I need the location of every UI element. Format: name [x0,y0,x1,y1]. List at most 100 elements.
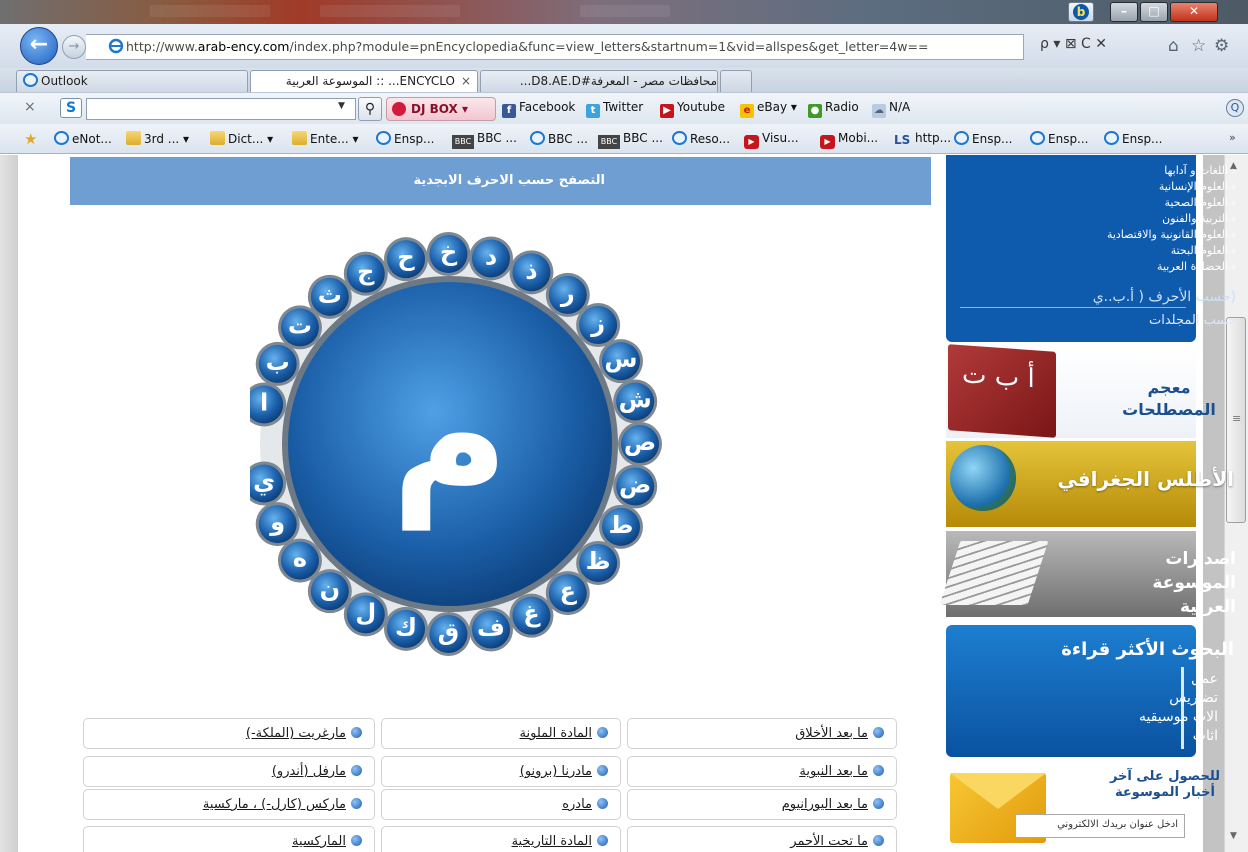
chevron-down-icon[interactable]: ▼ [338,101,345,111]
sidebar-item-humanities[interactable]: ‹ العلوم الإنسانية [1159,180,1236,193]
article-link[interactable]: ما بعد النبوية [627,756,897,787]
search-icon[interactable]: ⚲ [358,97,382,121]
bing-icon[interactable]: b [1068,2,1094,22]
article-link[interactable]: المادة الملونة [381,718,621,749]
youtube-icon: ▶ [660,104,674,118]
toolbar-options-icon[interactable]: Q [1226,99,1244,117]
article-link[interactable]: ما بعد اليورانيوم [627,789,897,820]
radio-link[interactable]: ● Radio [808,100,859,118]
url-text[interactable]: http://www.arab-ency.com/index.php?modul… [126,39,928,54]
address-bar-tools[interactable]: ρ ▾ ⊠ C ✕ [1040,36,1107,52]
gear-icon[interactable]: ⚙ [1214,36,1229,56]
youtube-link[interactable]: ▶ Youtube [660,100,725,118]
letter-button[interactable]: ج [343,251,388,296]
back-button[interactable]: ← [20,27,58,65]
letter-button[interactable]: ف [468,607,513,652]
home-icon[interactable]: ⌂ [1168,36,1179,56]
article-link[interactable]: مادرنا (برونو) [381,756,621,787]
bbc-icon: BBC [598,135,620,149]
letter-button[interactable]: ز [576,303,621,348]
fav-ente-folder[interactable]: Ente... ▾ [292,131,359,146]
favorites-star-add[interactable]: ★ [24,131,45,147]
fav-ensp-2[interactable]: Ensp... [954,131,1013,146]
fav-bbc-3[interactable]: BBC BBC ... [598,131,663,149]
new-tab-button[interactable] [720,70,752,92]
tab-outlook[interactable]: Outlook [16,70,248,92]
article-link[interactable]: مارفل (أندرو) [83,756,375,787]
facebook-link[interactable]: f Facebook [502,100,575,118]
fav-ensp-4[interactable]: Ensp... [1104,131,1163,146]
fav-ensp-1[interactable]: Ensp... [376,131,435,146]
letter-button[interactable]: ض [613,464,658,509]
fav-ensp-3[interactable]: Ensp... [1030,131,1089,146]
fav-bbc-1[interactable]: BBC BBC ... [452,131,517,149]
letter-button[interactable]: ك [384,606,429,651]
letter-button[interactable]: ه [277,538,322,583]
sidebar-item-languages[interactable]: ‹ اللغات و آدابها [1164,164,1236,177]
article-link-label: ماركس (كارل-) ، ماركسية [202,797,346,812]
letter-button[interactable]: و [255,502,300,547]
fav-3rd-folder[interactable]: 3rd ... ▾ [126,131,189,146]
favorites-star-icon[interactable]: ☆ [1191,36,1206,56]
article-link-label: مادره [562,797,592,812]
fav-reso[interactable]: Reso... [672,131,730,146]
sidebar-item-by-volumes[interactable]: حسب المجلدات [1149,313,1236,328]
toolbar-close-button[interactable]: × [24,99,36,115]
letter-button[interactable]: س [598,339,643,384]
sidebar-item-pure-sciences[interactable]: ‹ العلوم البحتة [1171,244,1236,257]
letter-button-label: ش [619,386,652,414]
letter-button[interactable]: ق [426,611,471,656]
fav-enot[interactable]: eNot... [54,131,112,146]
email-field[interactable]: ادخل عنوان بريدك الالكتروني [1015,814,1185,838]
article-link[interactable]: ماركس (كارل-) ، ماركسية [83,789,375,820]
fav-visu[interactable]: ▶ Visu... [744,131,799,149]
fav-mobi[interactable]: ▶ Mobi... [820,131,878,149]
most-read-item[interactable]: تضاريس [1169,690,1218,706]
article-link[interactable]: ما تحت الأحمر [627,826,897,852]
letter-button[interactable]: غ [509,593,554,638]
article-link[interactable]: مادره [381,789,621,820]
forward-button[interactable]: → [62,35,86,59]
most-read-scrollbar[interactable] [1181,667,1184,749]
letter-button[interactable]: ع [545,571,590,616]
fav-bbc-2[interactable]: BBC ... [530,131,588,146]
letter-button[interactable]: ش [613,379,658,424]
close-window-button[interactable]: ✕ [1170,2,1218,22]
fav-dict-folder[interactable]: Dict... ▾ [210,131,273,146]
minimize-button[interactable]: – [1110,2,1138,22]
sidebar-item-education-arts[interactable]: ‹ التربية والفنون [1162,212,1236,225]
weather-widget[interactable]: ☁ N/A [872,100,910,118]
article-link[interactable]: مارغريت (الملكة-) [83,718,375,749]
letter-button[interactable]: د [468,236,513,281]
article-link[interactable]: الماركسية [83,826,375,852]
sidebar-item-law-economics[interactable]: ‹ العلوم القانونية والاقتصادية [1107,228,1236,241]
skype-icon[interactable]: S [60,98,82,118]
article-link[interactable]: ما بعد الأخلاق [627,718,897,749]
letter-button[interactable]: ط [598,504,643,549]
letter-button[interactable]: ح [384,237,429,282]
bullet-icon [873,727,884,738]
twitter-link[interactable]: t Twitter [586,100,643,118]
letter-button[interactable]: ب [255,341,300,386]
tab-egypt-governorates[interactable]: محافظات مصر - المعرفة#D8.AE.D... [480,70,718,92]
chevron-more-icon[interactable]: » [1229,131,1236,144]
most-read-item[interactable]: اثاث [1193,728,1218,744]
sidebar-item-arab-civilization[interactable]: ‹ الحضارة العربية [1157,260,1236,273]
sidebar-item-health[interactable]: ‹ العلوم الصحية [1164,196,1236,209]
ie-icon [672,131,687,145]
maximize-button[interactable]: □ [1140,2,1168,22]
tab-arab-ency[interactable]: ENCYCLO... :: الموسوعة العربية × [250,70,478,92]
letter-button[interactable]: ص [618,422,662,466]
ebay-link[interactable]: e eBay ▾ [740,100,797,118]
article-link[interactable]: المادة التاريخية [381,826,621,852]
sidebar-item-by-letters[interactable]: (حسب الأحرف ( أ.ب..ي [1093,289,1236,305]
most-read-item[interactable]: عمل [1191,671,1218,687]
toolbar-search-input[interactable] [86,98,356,120]
fav-http[interactable]: LS http... [894,131,951,147]
letter-button[interactable]: ذ [509,250,554,295]
tab-close-icon[interactable]: × [461,71,471,91]
djbox-button[interactable]: DJ BOX ▾ [386,97,496,121]
letter-button[interactable]: خ [426,232,471,277]
scroll-down-arrow-icon[interactable]: ▼ [1230,831,1237,841]
most-read-item[interactable]: الات موسيقيه [1139,709,1218,725]
